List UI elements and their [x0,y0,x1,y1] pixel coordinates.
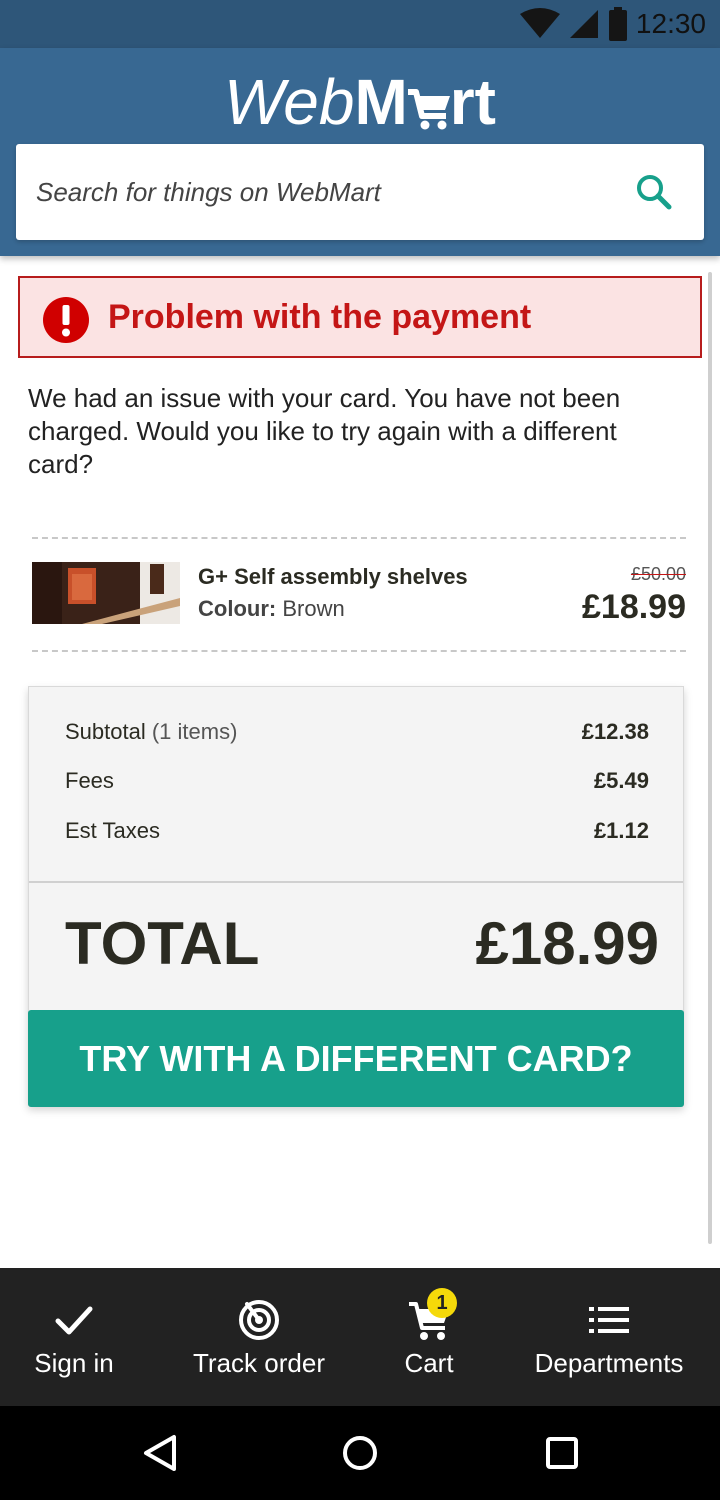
nav-track-order-label: Track order [193,1348,325,1378]
target-icon [239,1300,279,1340]
taxes-label: Est Taxes [65,818,160,843]
logo-m-text: M [354,66,408,138]
original-price: £50.00 [630,564,686,584]
search-bar [16,144,704,240]
nav-track-order[interactable]: Track order [168,1268,350,1406]
order-item[interactable]: G+ Self assembly shelves Colour: Brown £… [32,560,686,626]
alert-title: Problem with the payment [108,298,532,336]
taxes-row: Est Taxes £1.12 [65,818,649,844]
system-nav-bar [0,1406,720,1500]
colour-value: Brown [282,596,345,621]
error-message: We had an issue with your card. You have… [28,383,621,479]
item-count: (1 items) [151,719,238,744]
fees-row: Fees £5.49 [65,768,649,794]
order-summary: Subtotal (1 items) £12.38 Fees £5.49 Est… [28,686,684,1107]
clock: 12:30 [635,8,706,39]
logo-rt-text: rt [449,66,496,138]
nav-departments[interactable]: Departments [510,1268,708,1406]
status-icons: 12:30 [519,6,706,42]
divider [32,650,686,652]
divider [32,537,686,539]
recents-icon[interactable] [540,1431,584,1475]
check-icon [55,1306,93,1335]
cart-badge: 1 [427,1288,457,1318]
scrollbar[interactable] [708,272,712,1244]
sale-price: £18.99 [582,588,686,626]
webmart-logo[interactable]: WebM rt [0,62,720,142]
taxes-value: £1.12 [593,818,649,843]
list-icon [589,1307,629,1333]
payment-error-alert: Problem with the payment [18,276,702,358]
subtotal-label: Subtotal [65,719,146,744]
search-icon[interactable] [632,170,676,214]
fees-value: £5.49 [593,768,649,793]
signal-icon [569,10,598,38]
wifi-icon [519,8,560,38]
fees-label: Fees [65,768,114,793]
back-icon[interactable] [138,1431,182,1475]
battery-icon [608,7,627,41]
subtotal-row: Subtotal (1 items) £12.38 [65,719,649,745]
product-thumbnail [32,562,180,624]
alert-icon [43,297,89,343]
logo-web-text: Web [224,66,355,138]
nav-cart-label: Cart [404,1348,454,1378]
nav-departments-label: Departments [534,1348,684,1378]
search-input[interactable] [36,168,596,216]
total-label: TOTAL [65,910,260,977]
try-different-card-button[interactable]: TRY WITH A DIFFERENT CARD? [28,1010,684,1107]
subtotal-value: £12.38 [581,719,649,744]
product-name: G+ Self assembly shelves [198,564,468,589]
home-icon[interactable] [338,1431,382,1475]
status-bar: 12:30 [0,0,720,48]
logo-cart-icon [407,89,450,130]
total-value: £18.99 [475,910,659,977]
nav-sign-in-label: Sign in [34,1348,114,1378]
summary-divider [29,881,683,883]
app-header: WebM rt [0,48,720,256]
bottom-nav: Sign in Track order 1 Cart Departments [0,1268,720,1406]
nav-sign-in[interactable]: Sign in [0,1268,148,1406]
colour-label: Colour: [198,596,277,621]
product-colour: Colour: Brown [198,596,345,622]
nav-cart[interactable]: 1 Cart [370,1268,488,1406]
